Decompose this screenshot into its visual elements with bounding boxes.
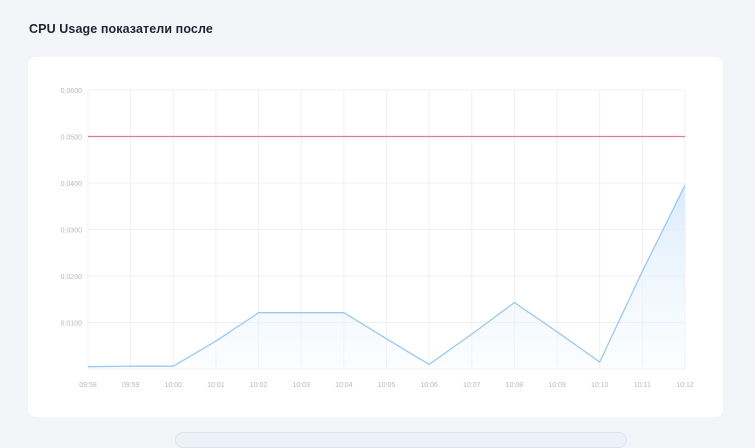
x-tick-label: 10:03 <box>292 382 310 389</box>
y-tick-label: 0.0600 <box>61 88 83 95</box>
x-tick-label: 10:00 <box>165 382 183 389</box>
grid-layer <box>88 90 685 369</box>
y-axis-ticks: 0.0100 0.0200 0.0300 0.0400 0.0500 0.0600 <box>61 88 83 328</box>
x-tick-label: 10:06 <box>420 382 438 389</box>
x-tick-label: 10:05 <box>378 382 396 389</box>
x-tick-label: 10:08 <box>506 382 524 389</box>
x-tick-label: 10:02 <box>250 382 268 389</box>
x-tick-label: 10:01 <box>207 382 225 389</box>
y-tick-label: 0.0400 <box>61 181 83 188</box>
y-tick-label: 0.0300 <box>61 228 83 235</box>
x-tick-label: 09:58 <box>79 382 97 389</box>
cpu-usage-chart: 0.0100 0.0200 0.0300 0.0400 0.0500 0.0600 09:… <box>28 57 723 417</box>
x-tick-label: 10:12 <box>676 382 694 389</box>
x-tick-label: 10:04 <box>335 382 353 389</box>
x-tick-label: 10:10 <box>591 382 609 389</box>
chart-card: 0.0100 0.0200 0.0300 0.0400 0.0500 0.0600 09:… <box>28 57 723 417</box>
x-tick-label: 09:59 <box>122 382 140 389</box>
page-title: CPU Usage показатели после <box>29 22 213 36</box>
x-tick-label: 10:09 <box>548 382 566 389</box>
y-tick-label: 0.0500 <box>61 135 83 142</box>
x-tick-label: 10:07 <box>463 382 481 389</box>
y-tick-label: 0.0100 <box>61 321 83 328</box>
x-tick-label: 10:11 <box>634 382 651 389</box>
x-axis-ticks: 09:58 09:59 10:00 10:01 10:02 10:03 10:04 10:05… <box>79 382 694 389</box>
y-tick-label: 0.0200 <box>61 274 83 281</box>
bottom-panel-edge <box>175 432 627 448</box>
